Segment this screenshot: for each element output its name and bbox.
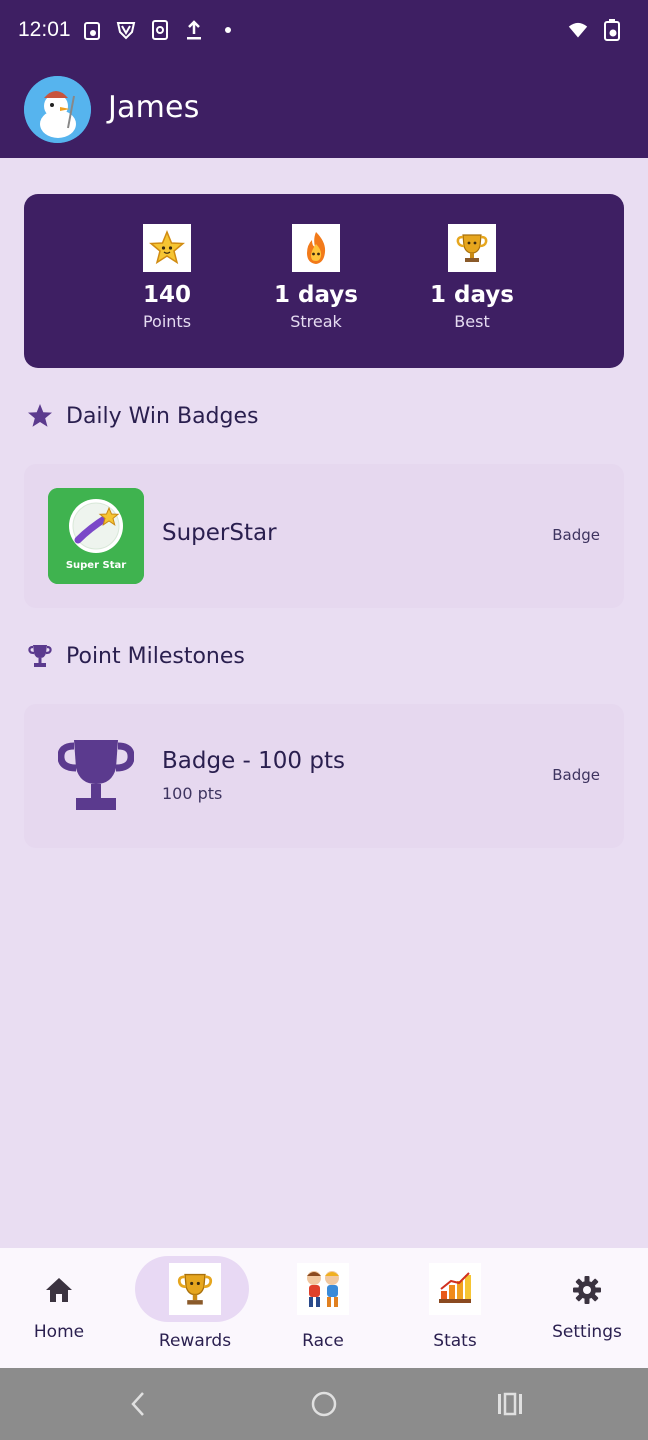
milestone-subtitle: 100 pts [162, 784, 223, 803]
battery-icon [602, 18, 622, 42]
shooting-star-icon: Super Star [48, 488, 144, 584]
nav-settings[interactable]: Settings [522, 1248, 648, 1368]
nav-stats[interactable]: Stats [390, 1248, 520, 1368]
shield-v-icon [116, 18, 136, 42]
badge-card-superstar[interactable]: Super Star SuperStar Badge [24, 464, 624, 608]
bottom-nav: Home Rewards Race Stats Settings [0, 1248, 648, 1368]
nav-race-label: Race [302, 1331, 344, 1351]
streak-stat: 1 days Streak [251, 224, 381, 331]
points-stat: 140 Points [102, 224, 232, 331]
badge-title: SuperStar [162, 520, 277, 546]
best-stat: 1 days Best [407, 224, 537, 331]
trophy-icon [169, 1263, 221, 1315]
user-name: James [108, 90, 200, 125]
star-face-icon [143, 224, 191, 272]
best-label: Best [454, 312, 490, 331]
streak-label: Streak [290, 312, 342, 331]
home-icon [44, 1276, 74, 1308]
clipboard-icon [82, 18, 102, 42]
flame-face-icon [292, 224, 340, 272]
points-value: 140 [142, 282, 191, 308]
nav-home[interactable]: Home [0, 1248, 124, 1368]
nav-rewards[interactable]: Rewards [130, 1248, 260, 1368]
superstar-image-caption: Super Star [66, 560, 126, 571]
home-circle-icon[interactable] [304, 1386, 344, 1422]
duck-avatar-icon [24, 76, 91, 143]
gear-icon [572, 1275, 602, 1309]
trophy-face-icon [448, 224, 496, 272]
recents-icon[interactable] [490, 1386, 530, 1422]
points-label: Points [142, 312, 192, 331]
status-bar: 12:01 [0, 0, 648, 62]
status-time: 12:01 [18, 18, 71, 41]
nav-home-label: Home [33, 1322, 85, 1342]
phone-sync-icon [150, 18, 170, 42]
milestone-title: Badge - 100 pts [162, 748, 345, 774]
milestones-title: Point Milestones [66, 643, 245, 669]
nav-stats-label: Stats [433, 1331, 477, 1351]
notification-icons [82, 18, 238, 42]
milestone-tag: Badge [552, 766, 600, 784]
upload-icon [184, 18, 204, 42]
race-kids-icon [297, 1263, 349, 1315]
summary-card: 140 Points 1 days Streak 1 days Best [24, 194, 624, 368]
milestone-card[interactable]: Badge - 100 pts 100 pts Badge [24, 704, 624, 848]
daily-badges-header: Daily Win Badges [24, 396, 258, 436]
superstar-badge-image: Super Star [48, 488, 144, 584]
star-icon [24, 400, 56, 432]
best-value: 1 days [430, 282, 514, 308]
wifi-icon [568, 18, 588, 42]
streak-value: 1 days [274, 282, 358, 308]
milestones-header: Point Milestones [24, 636, 245, 676]
app-bar: James [0, 62, 648, 158]
daily-badges-title: Daily Win Badges [66, 403, 259, 429]
nav-race[interactable]: Race [258, 1248, 388, 1368]
trophy-icon [24, 640, 56, 672]
dot-icon [218, 18, 238, 42]
milestone-trophy-icon [57, 738, 135, 814]
badge-tag: Badge [552, 526, 600, 544]
bar-chart-icon [429, 1263, 481, 1315]
nav-rewards-label: Rewards [158, 1331, 232, 1351]
system-icons [568, 18, 622, 42]
back-icon[interactable] [118, 1386, 158, 1422]
avatar[interactable] [24, 76, 91, 143]
system-nav-bar [0, 1368, 648, 1440]
nav-settings-label: Settings [552, 1322, 622, 1342]
